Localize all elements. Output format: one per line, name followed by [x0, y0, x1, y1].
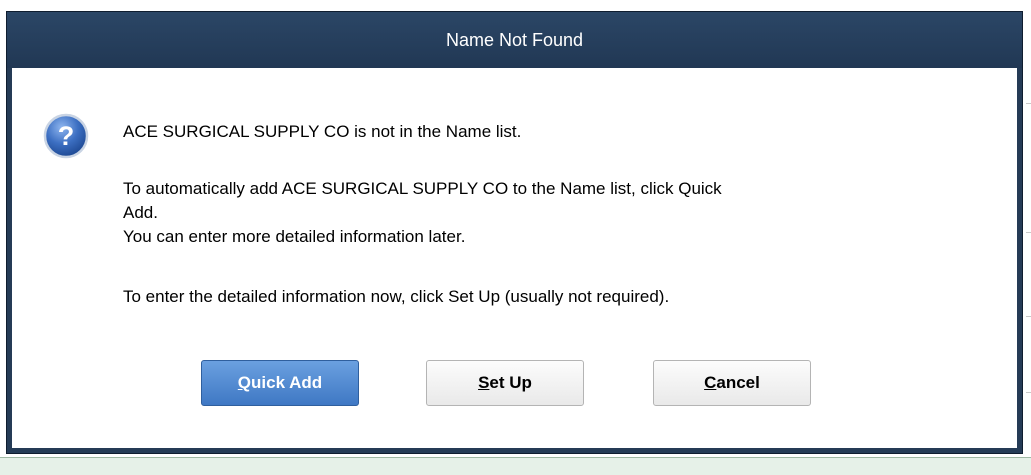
message-not-in-list: ACE SURGICAL SUPPLY CO is not in the Nam…: [123, 122, 522, 141]
background-gridline: [1026, 103, 1031, 104]
quick-add-label: uick Add: [251, 373, 323, 392]
set-up-label: et Up: [489, 373, 532, 392]
background-gridline: [1026, 316, 1031, 317]
cancel-mnemonic: C: [704, 373, 717, 392]
quick-add-button[interactable]: Quick Add: [201, 360, 359, 406]
message-quick-add-line1: To automatically add ACE SURGICAL SUPPLY…: [123, 179, 722, 198]
dialog-body: ? ACE SURGICAL SUPPLY CO is not in the N…: [12, 68, 1017, 448]
question-icon: ?: [43, 113, 89, 159]
message-enter-later: You can enter more detailed information …: [123, 227, 466, 246]
background-bottom-row: [0, 457, 1031, 475]
background-gridline: [1026, 232, 1031, 233]
set-up-button[interactable]: Set Up: [426, 360, 584, 406]
message-set-up: To enter the detailed information now, c…: [123, 287, 670, 306]
cancel-label: ancel: [716, 373, 760, 392]
dialog-titlebar: Name Not Found: [7, 12, 1022, 68]
svg-text:?: ?: [58, 121, 75, 151]
background-gridline: [1026, 392, 1031, 393]
quick-add-mnemonic: Q: [237, 373, 252, 392]
background-right-edge: [1026, 0, 1031, 475]
dialog-title: Name Not Found: [445, 30, 584, 50]
cancel-button[interactable]: Cancel: [653, 360, 811, 406]
name-not-found-dialog: Name Not Found ? ACE SURGICAL SUPPLY CO …: [6, 11, 1023, 454]
set-up-mnemonic: S: [478, 373, 490, 392]
message-quick-add-line2: Add.: [123, 203, 158, 222]
